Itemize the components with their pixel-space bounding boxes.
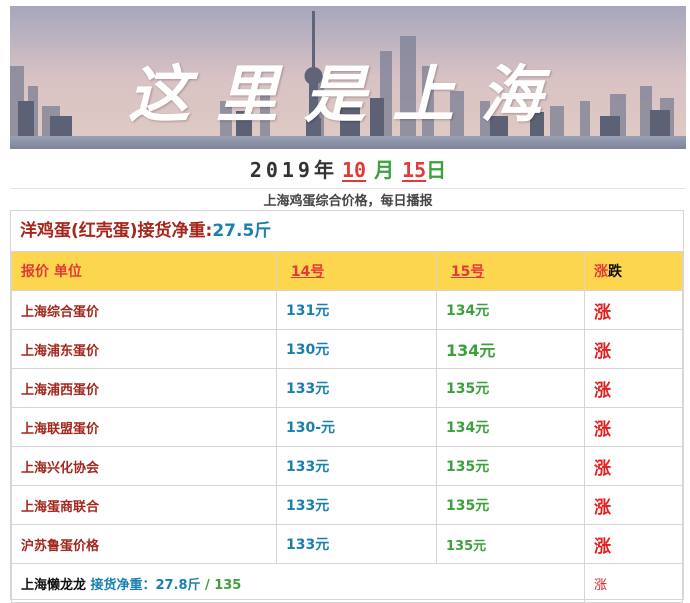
table-row: 上海浦东蛋价 130元 134元 涨 <box>11 329 683 369</box>
row-change: 涨 <box>584 368 683 408</box>
row-name: 上海浦东蛋价 <box>11 329 277 369</box>
date-line: 2019年 10 月 15日 <box>10 154 686 189</box>
footer-cell: 上海懒龙龙 接货净重：27.8斤 / 135 <box>11 563 585 603</box>
table-row: 上海综合蛋价 131元 134元 涨 <box>11 290 683 330</box>
footer-weight: 接货净重：27.8斤 <box>90 577 201 593</box>
row-d15: 134元 <box>436 329 585 369</box>
row-d15: 134元 <box>436 290 585 330</box>
row-name: 上海浦西蛋价 <box>11 368 277 408</box>
row-name: 沪苏鲁蛋价格 <box>11 524 277 564</box>
footer-name: 上海懒龙龙 <box>21 577 87 593</box>
table-header-row: 报价 单位 14号 15号 涨跌 <box>11 251 683 291</box>
date-day-unit: 日 <box>426 158 447 182</box>
row-d14: 133元 <box>276 446 437 486</box>
table-row: 上海兴化协会 133元 135元 涨 <box>11 446 683 486</box>
header-name: 报价 单位 <box>11 251 277 291</box>
date-month-unit: 月 <box>374 158 395 182</box>
header-d14: 14号 <box>276 251 437 291</box>
row-name: 上海蛋商联合 <box>11 485 277 525</box>
row-change: 涨 <box>584 290 683 330</box>
row-name: 上海兴化协会 <box>11 446 277 486</box>
table-footer-row: 上海懒龙龙 接货净重：27.8斤 / 135 涨 <box>11 563 683 603</box>
table-row: 上海蛋商联合 133元 135元 涨 <box>11 485 683 525</box>
price-box: 洋鸡蛋(红壳蛋)接货净重:27.5斤 报价 单位 14号 15号 涨跌 上海综合… <box>10 210 684 603</box>
row-change: 涨 <box>584 446 683 486</box>
row-d14: 130元 <box>276 329 437 369</box>
table-row: 沪苏鲁蛋价格 133元 135元 涨 <box>11 524 683 564</box>
row-d15: 135元 <box>436 446 585 486</box>
header-change-down: 跌 <box>608 264 622 280</box>
row-change: 涨 <box>584 329 683 369</box>
header-d14-text: 14号 <box>290 264 325 280</box>
row-name: 上海综合蛋价 <box>11 290 277 330</box>
row-change: 涨 <box>584 524 683 564</box>
header-change-up: 涨 <box>594 264 608 280</box>
row-d15: 135元 <box>436 485 585 525</box>
row-change: 涨 <box>584 407 683 447</box>
subtitle: 上海鸡蛋综合价格，每日播报 <box>263 194 433 209</box>
row-d15: 135元 <box>436 368 585 408</box>
headline-value: 27.5斤 <box>212 221 272 241</box>
header-d15-text: 15号 <box>450 264 485 280</box>
date-year-unit: 年 <box>313 158 334 182</box>
row-d15: 134元 <box>436 407 585 447</box>
price-table: 报价 单位 14号 15号 涨跌 上海综合蛋价 131元 134元 涨 上海浦东… <box>11 251 683 603</box>
row-d14: 131元 <box>276 290 437 330</box>
footer-price: 135 <box>214 577 242 593</box>
footer-change: 涨 <box>584 563 683 603</box>
banner-image: 这里是上海 <box>10 6 686 149</box>
row-d14: 133元 <box>276 524 437 564</box>
date-day: 15 <box>402 158 427 182</box>
headline-label: 洋鸡蛋(红壳蛋)接货净重: <box>20 221 213 241</box>
row-d14: 130-元 <box>276 407 437 447</box>
headline: 洋鸡蛋(红壳蛋)接货净重:27.5斤 <box>11 211 683 251</box>
date-month: 10 <box>341 158 367 182</box>
row-d14: 133元 <box>276 368 437 408</box>
row-d14: 133元 <box>276 485 437 525</box>
table-row: 上海联盟蛋价 130-元 134元 涨 <box>11 407 683 447</box>
header-change: 涨跌 <box>584 251 683 291</box>
table-row: 上海浦西蛋价 133元 135元 涨 <box>11 368 683 408</box>
row-d15: 135元 <box>436 524 585 564</box>
header-d15: 15号 <box>436 251 585 291</box>
banner-title: 这里是上海 <box>127 58 568 131</box>
row-name: 上海联盟蛋价 <box>11 407 277 447</box>
date-year: 2019 <box>249 158 314 182</box>
footer-sep: / <box>205 577 210 593</box>
row-change: 涨 <box>584 485 683 525</box>
